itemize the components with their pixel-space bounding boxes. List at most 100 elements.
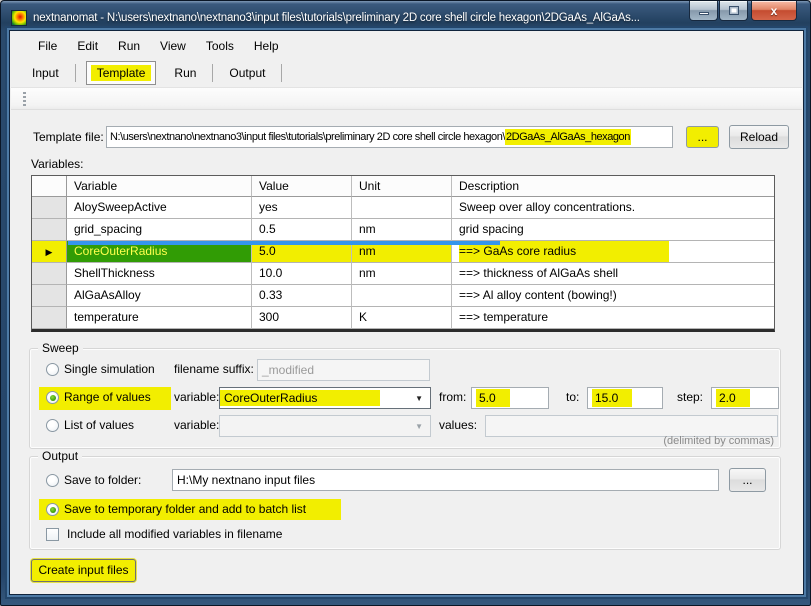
- column-header-unit[interactable]: Unit: [352, 176, 452, 197]
- menu-tools[interactable]: Tools: [196, 35, 244, 57]
- template-file-name-highlighted: 2DGaAs_AlGaAs_hexagon: [505, 129, 631, 145]
- save-temp-radio[interactable]: [46, 503, 59, 516]
- table-row[interactable]: ShellThickness 10.0 nm ==> thickness of …: [32, 263, 774, 285]
- browse-template-button[interactable]: ...: [686, 126, 719, 148]
- row-indicator[interactable]: [32, 197, 67, 219]
- step-input[interactable]: 2.0: [711, 387, 779, 409]
- menu-run[interactable]: Run: [108, 35, 150, 57]
- include-modified-label: Include all modified variables in filena…: [67, 527, 282, 541]
- cell-description[interactable]: ==> temperature: [452, 307, 774, 329]
- column-header-variable[interactable]: Variable: [67, 176, 252, 197]
- row-indicator-current[interactable]: ▶: [32, 241, 67, 263]
- template-file-label: Template file:: [33, 130, 104, 144]
- header-row-indicator: [32, 176, 67, 197]
- menu-view[interactable]: View: [150, 35, 196, 57]
- menu-help[interactable]: Help: [244, 35, 289, 57]
- cell-unit[interactable]: nm: [352, 219, 452, 241]
- tab-strip: Input Template Run Output: [10, 60, 286, 85]
- cell-value[interactable]: 0.5: [252, 219, 352, 241]
- table-row-selected[interactable]: ▶ CoreOuterRadius 5.0 nm ==> GaAs core r…: [32, 241, 774, 263]
- row-indicator[interactable]: [32, 263, 67, 285]
- cell-value[interactable]: 300: [252, 307, 352, 329]
- cell-variable[interactable]: ShellThickness: [67, 263, 252, 285]
- values-label: values:: [439, 418, 477, 432]
- to-value: 15.0: [592, 389, 632, 407]
- row-indicator[interactable]: [32, 307, 67, 329]
- column-header-description[interactable]: Description: [452, 176, 774, 197]
- cell-value[interactable]: 10.0: [252, 263, 352, 285]
- cell-variable[interactable]: AloySweepActive: [67, 197, 252, 219]
- list-variable-dropdown[interactable]: ▼: [219, 415, 431, 437]
- single-simulation-radio[interactable]: [46, 363, 59, 376]
- variables-table: Variable Value Unit Description AloySwee…: [31, 175, 775, 332]
- filename-suffix-input[interactable]: _modified: [257, 359, 430, 381]
- menu-edit[interactable]: Edit: [67, 35, 108, 57]
- tab-run[interactable]: Run: [162, 62, 208, 84]
- toolbar-grip-icon[interactable]: [23, 92, 26, 107]
- tab-separator: [212, 64, 213, 82]
- output-title: Output: [38, 449, 82, 463]
- list-of-values-radio[interactable]: [46, 419, 59, 432]
- row-indicator[interactable]: [32, 219, 67, 241]
- sweep-variable-dropdown[interactable]: CoreOuterRadius ▼: [219, 387, 431, 409]
- save-to-folder-radio[interactable]: [46, 474, 59, 487]
- minimize-icon: [699, 12, 709, 15]
- app-window: nextnanomat - N:\users\nextnano\nextnano…: [0, 0, 811, 606]
- cell-description[interactable]: ==> GaAs core radius: [452, 241, 774, 263]
- current-row-arrow-icon: ▶: [46, 247, 53, 257]
- cell-description[interactable]: grid spacing: [452, 219, 774, 241]
- from-value: 5.0: [476, 389, 510, 407]
- maximize-icon: [729, 6, 739, 15]
- to-input[interactable]: 15.0: [587, 387, 663, 409]
- table-row[interactable]: temperature 300 K ==> temperature: [32, 307, 774, 329]
- table-row[interactable]: AlGaAsAlloy 0.33 ==> Al alloy content (b…: [32, 285, 774, 307]
- menu-file[interactable]: File: [28, 35, 67, 57]
- single-simulation-label: Single simulation: [64, 362, 155, 376]
- tab-input[interactable]: Input: [20, 62, 71, 84]
- minimize-button[interactable]: [689, 1, 718, 21]
- cell-unit[interactable]: [352, 197, 452, 219]
- selection-strip: [68, 241, 500, 245]
- cell-unit[interactable]: nm: [352, 263, 452, 285]
- table-row[interactable]: grid_spacing 0.5 nm grid spacing: [32, 219, 774, 241]
- save-folder-input[interactable]: H:\My nextnano input files: [172, 469, 719, 491]
- cell-unit[interactable]: K: [352, 307, 452, 329]
- create-input-files-button[interactable]: Create input files: [31, 559, 136, 582]
- cell-variable[interactable]: AlGaAsAlloy: [67, 285, 252, 307]
- save-temp-label: Save to temporary folder and add to batc…: [64, 502, 306, 516]
- reload-button[interactable]: Reload: [729, 125, 789, 149]
- cell-value[interactable]: yes: [252, 197, 352, 219]
- step-value: 2.0: [716, 389, 750, 407]
- template-file-row: Template file: N:\users\nextnano\nextnan…: [10, 124, 803, 150]
- chevron-down-icon: ▼: [415, 394, 430, 403]
- column-header-value[interactable]: Value: [252, 176, 352, 197]
- values-input[interactable]: [485, 415, 778, 437]
- tab-separator: [281, 64, 282, 82]
- cell-description[interactable]: ==> Al alloy content (bowing!): [452, 285, 774, 307]
- tab-template[interactable]: Template: [86, 61, 157, 85]
- cell-value[interactable]: 0.33: [252, 285, 352, 307]
- chevron-down-icon: ▼: [415, 422, 430, 431]
- title-bar[interactable]: nextnanomat - N:\users\nextnano\nextnano…: [11, 7, 670, 29]
- close-icon: x: [771, 4, 778, 18]
- cell-variable[interactable]: grid_spacing: [67, 219, 252, 241]
- cell-description[interactable]: ==> thickness of AlGaAs shell: [452, 263, 774, 285]
- include-modified-checkbox[interactable]: [46, 528, 59, 541]
- window-title: nextnanomat - N:\users\nextnano\nextnano…: [33, 12, 640, 24]
- close-button[interactable]: x: [751, 1, 797, 21]
- cell-description[interactable]: Sweep over alloy concentrations.: [452, 197, 774, 219]
- cell-variable[interactable]: temperature: [67, 307, 252, 329]
- tab-separator: [75, 64, 76, 82]
- row-indicator[interactable]: [32, 285, 67, 307]
- browse-folder-button[interactable]: ...: [729, 468, 766, 492]
- list-variable-label: variable:: [174, 418, 219, 432]
- maximize-button[interactable]: [719, 1, 748, 21]
- table-row[interactable]: AloySweepActive yes Sweep over alloy con…: [32, 197, 774, 219]
- cell-unit[interactable]: [352, 285, 452, 307]
- template-file-input[interactable]: N:\users\nextnano\nextnano3\input files\…: [106, 126, 673, 148]
- table-header-row: Variable Value Unit Description: [32, 176, 774, 197]
- from-input[interactable]: 5.0: [471, 387, 549, 409]
- range-of-values-radio[interactable]: [46, 391, 59, 404]
- sweep-title: Sweep: [38, 341, 83, 355]
- tab-output[interactable]: Output: [217, 62, 277, 84]
